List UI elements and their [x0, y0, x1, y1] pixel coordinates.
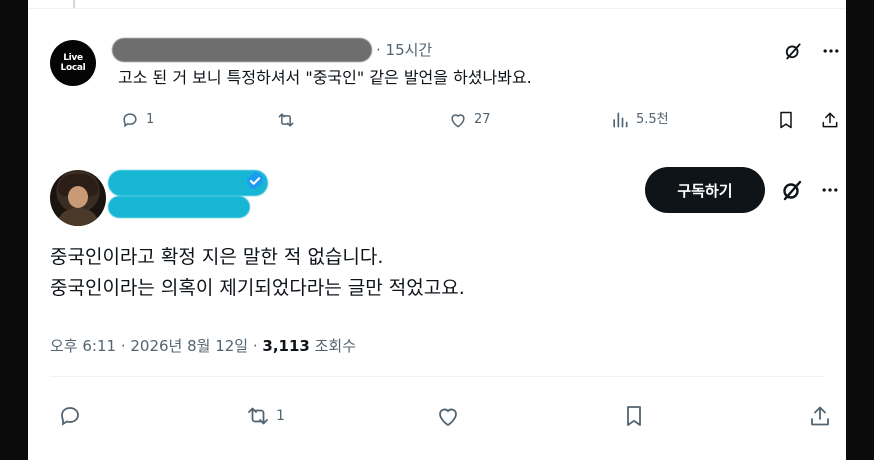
share-button[interactable]: [820, 110, 840, 130]
reply-count: 1: [146, 112, 155, 127]
redacted-username: [108, 196, 250, 218]
views-count: 5.5천: [636, 112, 669, 127]
subscribe-button[interactable]: 구독하기: [645, 167, 765, 213]
tweet-text: 고소 된 거 보니 특정하셔서 "중국인" 같은 발언을 하셨나봐요.: [118, 68, 532, 87]
tweet-timestamp[interactable]: 오후 6:11 · 2026년 8월 12일 ·: [50, 337, 262, 355]
retweet-button[interactable]: [276, 110, 302, 130]
divider: [50, 376, 824, 377]
share-icon: [811, 406, 829, 426]
retweet-count: 1: [276, 408, 285, 424]
verified-badge-icon[interactable]: [244, 170, 266, 192]
like-button[interactable]: [436, 404, 460, 428]
retweet-button[interactable]: 1: [246, 404, 285, 428]
heart-icon: [439, 408, 457, 427]
tweet-text-line: 중국인이라는 의혹이 제기되었다라는 글만 적었고요.: [50, 277, 465, 299]
more-icon[interactable]: [816, 36, 846, 66]
like-button[interactable]: 27: [448, 110, 491, 130]
divider: [28, 8, 846, 9]
share-button[interactable]: [808, 404, 832, 428]
reply-tweet[interactable]: Live Local · 15시간 고소 된 거 보니 특정하셔서 "중국인" …: [28, 10, 846, 154]
page-backdrop-left: [0, 0, 28, 460]
avatar[interactable]: Live Local: [50, 40, 96, 86]
views-label: 조회수: [309, 337, 357, 355]
more-icon[interactable]: [814, 174, 846, 206]
bookmark-icon: [627, 406, 641, 426]
views-number: 3,113: [262, 337, 310, 355]
reply-icon: [61, 407, 79, 426]
tweet-thread: Live Local · 15시간 고소 된 거 보니 특정하셔서 "중국인" …: [28, 0, 846, 460]
heart-icon: [451, 114, 465, 128]
redacted-username: [112, 38, 372, 62]
tweet-text-line: 중국인이라고 확정 지은 말한 적 없습니다.: [50, 246, 384, 268]
reply-icon: [123, 113, 137, 128]
views-icon: [613, 112, 628, 128]
retweet-icon: [278, 113, 294, 127]
main-tweet: 구독하기 중국인이라고 확정 지은 말한 적 없습니다. 중국인이라는 의혹이 …: [28, 154, 846, 460]
thread-connector-line: [73, 0, 75, 8]
tweet-meta: 오후 6:11 · 2026년 8월 12일 · 3,113 조회수: [50, 334, 356, 358]
views-button[interactable]: 5.5천: [610, 110, 669, 130]
reply-button[interactable]: [58, 404, 82, 428]
bookmark-button[interactable]: [776, 110, 796, 130]
bookmark-button[interactable]: [622, 404, 646, 428]
avatar-logo-text: Live: [63, 53, 83, 63]
bookmark-icon: [780, 111, 792, 129]
share-icon: [822, 112, 838, 128]
tweet-time[interactable]: · 15시간: [376, 38, 432, 62]
grok-icon[interactable]: [778, 36, 808, 66]
tweet-text: 중국인이라고 확정 지은 말한 적 없습니다. 중국인이라는 의혹이 제기되었다…: [50, 242, 465, 304]
reply-button[interactable]: 1: [120, 110, 154, 130]
grok-icon[interactable]: [776, 174, 808, 206]
avatar-logo-text: Local: [60, 63, 86, 73]
retweet-icon: [248, 407, 268, 425]
avatar[interactable]: [50, 170, 106, 226]
like-count: 27: [474, 112, 491, 127]
page-backdrop-right: [846, 0, 874, 460]
